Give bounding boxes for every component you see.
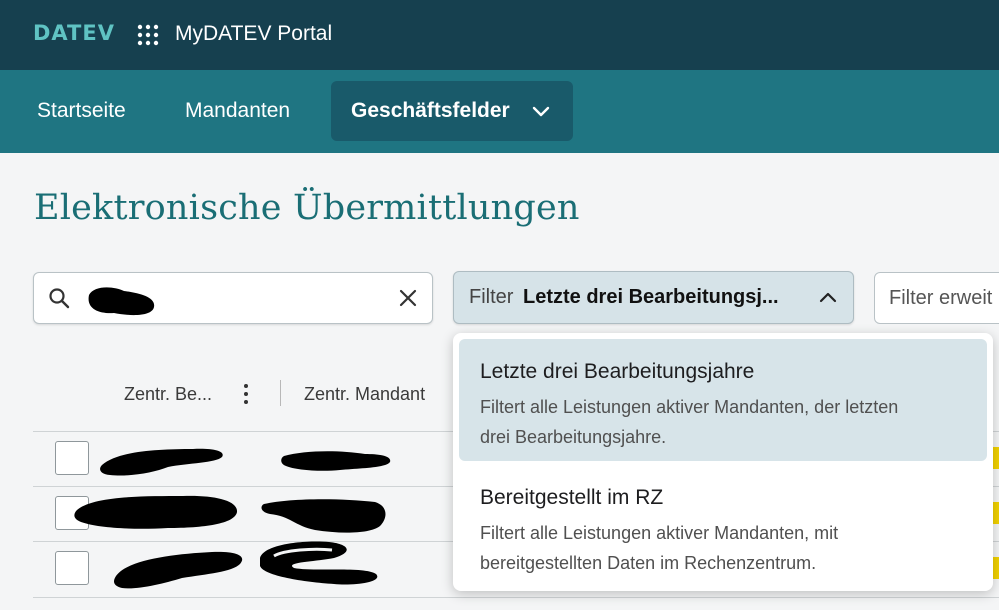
redaction-mark — [281, 451, 391, 471]
search-field[interactable] — [33, 272, 433, 324]
redaction-mark — [100, 448, 223, 476]
page-title: Elektronische Übermittlungen — [34, 188, 580, 228]
row-checkbox[interactable] — [55, 441, 89, 475]
row-divider — [33, 597, 999, 598]
redaction-mark — [114, 551, 243, 589]
filter-prefix-label: Filter — [469, 286, 514, 308]
redaction-mark — [74, 495, 238, 529]
column-header-zentr-be[interactable]: Zentr. Be... — [124, 384, 212, 405]
redaction-mark — [260, 541, 378, 585]
filter-option-bereitgestellt-im-rz[interactable]: Bereitgestellt im RZ Filtert alle Leistu… — [459, 465, 987, 583]
datev-logo[interactable]: DATEV — [33, 21, 115, 45]
chevron-up-icon — [819, 292, 837, 303]
status-indicator — [993, 557, 999, 579]
chevron-down-icon — [532, 106, 550, 117]
option-title: Bereitgestellt im RZ — [480, 486, 664, 509]
nav-item-geschaeftsfelder[interactable]: Geschäftsfelder — [331, 81, 573, 141]
status-indicator — [993, 447, 999, 469]
nav-item-startseite[interactable]: Startseite — [37, 81, 126, 141]
extended-filter-field[interactable]: Filter erweit — [874, 272, 999, 324]
redaction-mark — [88, 287, 155, 316]
filter-selected-value: Letzte drei Bearbeitungsj... — [523, 286, 779, 308]
main-navigation: Startseite Mandanten Geschäftsfelder — [0, 70, 999, 153]
filter-select[interactable]: Filter Letzte drei Bearbeitungsj... — [453, 271, 854, 324]
status-indicator — [993, 502, 999, 524]
search-icon — [49, 288, 70, 309]
option-description: Filtert alle Leistungen aktiver Mandante… — [480, 397, 899, 447]
top-bar: DATEV MyDATEV Portal — [0, 0, 999, 70]
redaction-mark — [261, 499, 386, 533]
close-icon[interactable] — [398, 288, 418, 308]
option-description: Filtert alle Leistungen aktiver Mandante… — [480, 523, 839, 573]
nav-item-mandanten[interactable]: Mandanten — [185, 81, 290, 141]
option-title: Letzte drei Bearbeitungsjahre — [480, 360, 755, 383]
apps-grid-icon[interactable] — [137, 24, 159, 46]
nav-item-label: Geschäftsfelder — [351, 99, 510, 122]
extended-filter-label: Filter erweit — [889, 287, 993, 309]
row-checkbox[interactable] — [55, 551, 89, 585]
portal-title[interactable]: MyDATEV Portal — [175, 22, 332, 46]
kebab-menu-icon[interactable] — [236, 382, 256, 406]
column-divider[interactable] — [280, 380, 281, 406]
filter-option-letzte-drei-bearbeitungsjahre[interactable]: Letzte drei Bearbeitungsjahre Filtert al… — [459, 339, 987, 461]
filter-dropdown-menu: Letzte drei Bearbeitungsjahre Filtert al… — [453, 333, 993, 591]
column-header-zentr-mandant[interactable]: Zentr. Mandant — [304, 384, 425, 405]
